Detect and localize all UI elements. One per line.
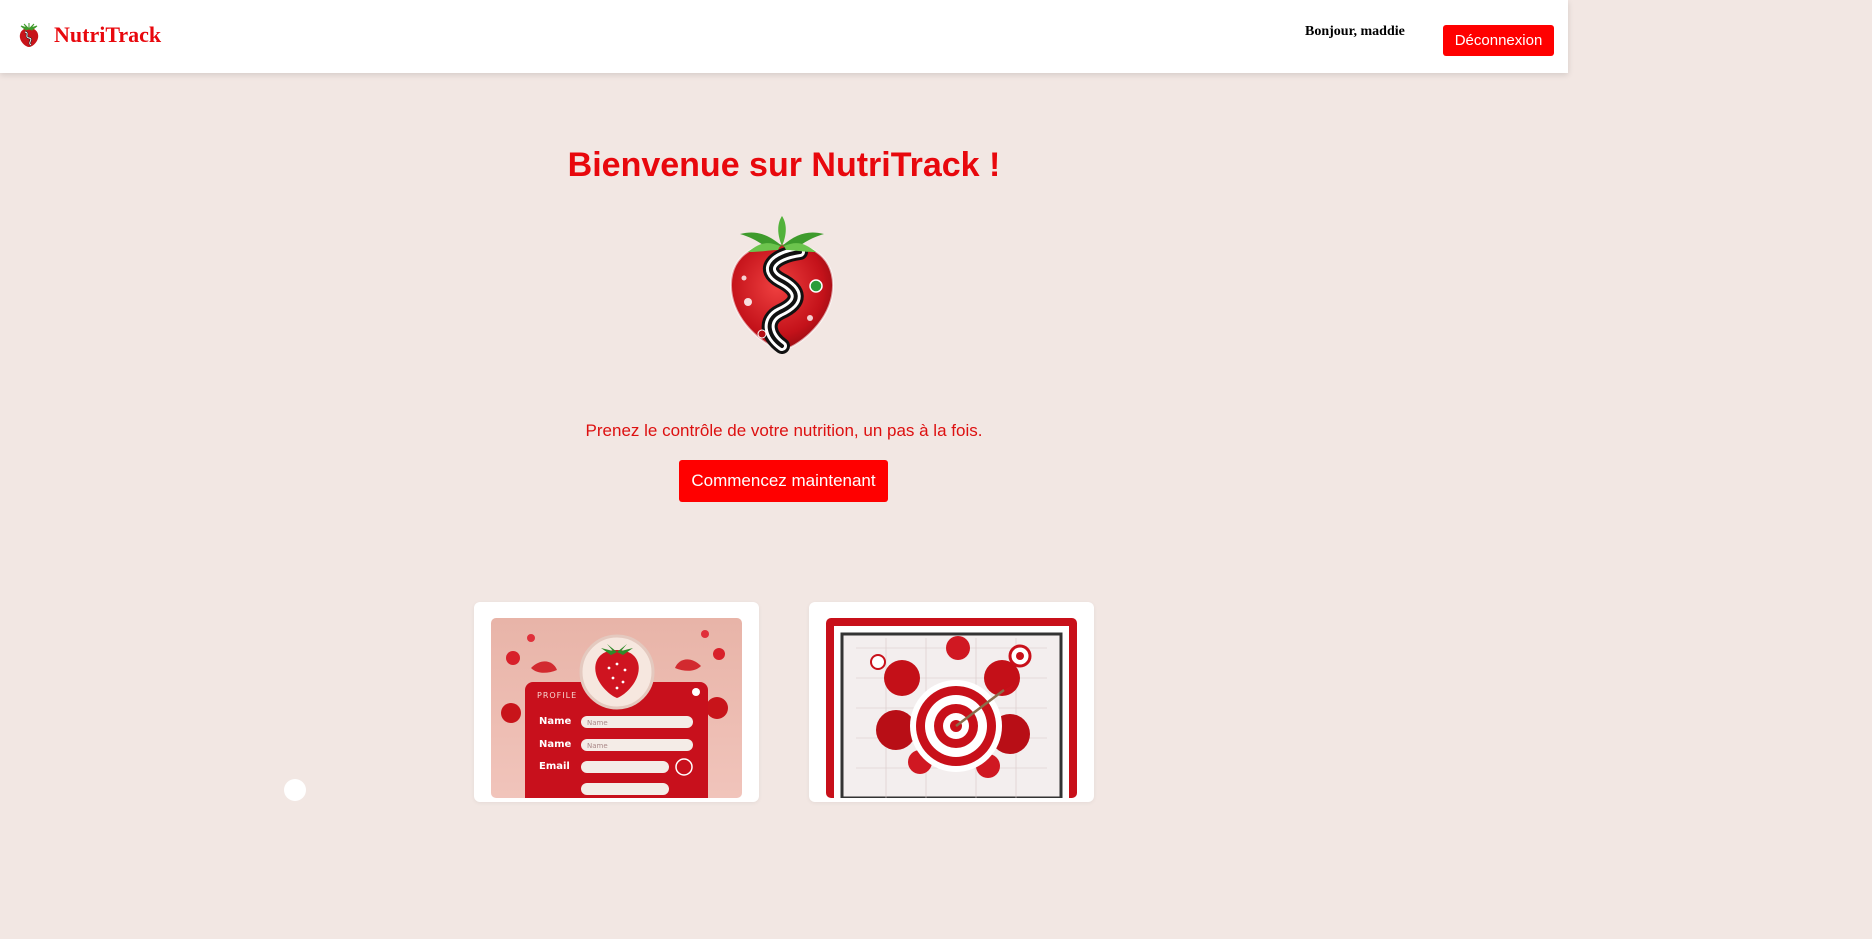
feature-card-profile[interactable]: PROFILE Name Name Name Name Email bbox=[474, 602, 759, 802]
user-greeting: Bonjour, maddie bbox=[1305, 24, 1405, 39]
hero-title: Bienvenue sur NutriTrack ! bbox=[567, 146, 1001, 184]
profile-label-text: Name bbox=[539, 739, 572, 750]
brand-name: NutriTrack bbox=[54, 22, 162, 47]
brand-link[interactable]: NutriTrack bbox=[16, 22, 161, 48]
strawberry-logo-icon bbox=[19, 23, 39, 47]
navbar: NutriTrack Bonjour, maddie Déconnexion bbox=[0, 0, 1568, 73]
field-placeholder-text: Name bbox=[587, 742, 608, 750]
field-placeholder-text: Name bbox=[587, 719, 608, 727]
hero-tagline: Prenez le contrôle de votre nutrition, u… bbox=[585, 421, 983, 440]
logout-button[interactable]: Déconnexion bbox=[1443, 25, 1554, 56]
profile-heading-text: PROFILE bbox=[537, 691, 577, 700]
target-goal-illustration bbox=[826, 618, 1077, 798]
profile-label-text: Name bbox=[539, 716, 572, 727]
profile-label-text: Email bbox=[539, 761, 570, 772]
strawberry-logo-icon bbox=[729, 216, 835, 354]
start-now-button[interactable]: Commencez maintenant bbox=[679, 460, 888, 502]
profile-form-illustration: PROFILE Name Name Name Name Email bbox=[491, 618, 742, 798]
feature-card-goals[interactable] bbox=[809, 602, 1094, 802]
carousel-nav-button[interactable] bbox=[284, 779, 306, 801]
